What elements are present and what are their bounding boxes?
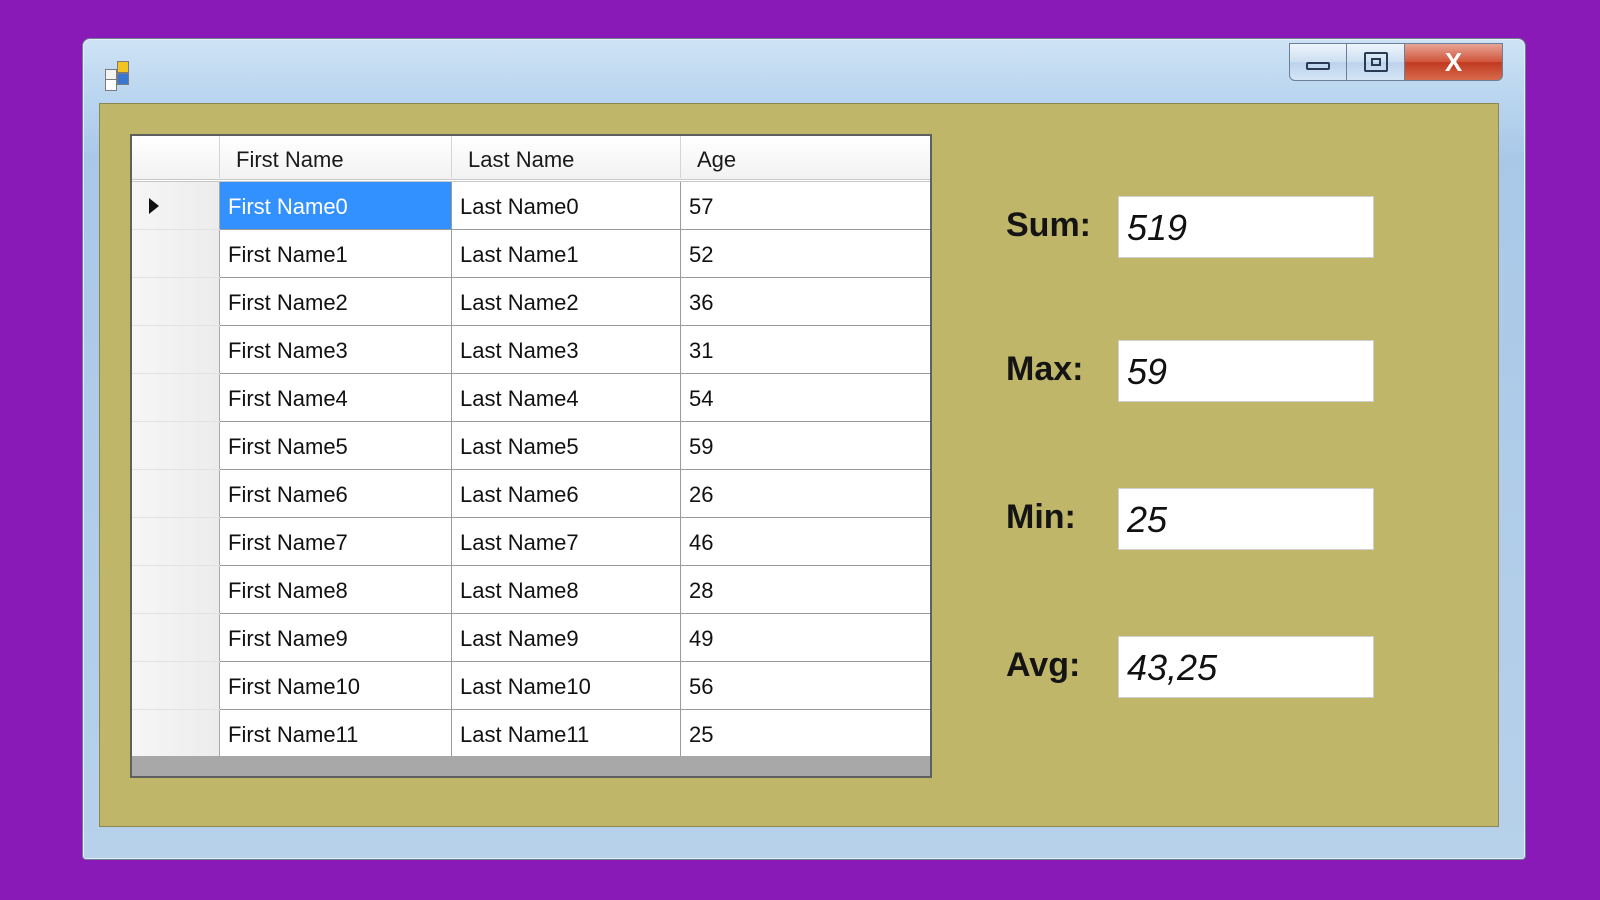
row-header[interactable] — [132, 710, 220, 758]
last-name-cell[interactable]: Last Name3 — [452, 326, 681, 374]
table-row[interactable]: First Name11 Last Name11 25 — [132, 710, 930, 758]
min-label: Min: — [1006, 498, 1076, 536]
last-name-cell[interactable]: Last Name1 — [452, 230, 681, 278]
last-name-cell[interactable]: Last Name10 — [452, 662, 681, 710]
maximize-icon — [1363, 52, 1388, 72]
first-name-cell[interactable]: First Name0 — [220, 182, 452, 230]
table-row[interactable]: First Name8 Last Name8 28 — [132, 566, 930, 614]
row-header[interactable] — [132, 470, 220, 518]
row-header[interactable] — [132, 422, 220, 470]
row-header[interactable] — [132, 278, 220, 326]
table-row[interactable]: First Name3 Last Name3 31 — [132, 326, 930, 374]
table-row[interactable]: First Name5 Last Name5 59 — [132, 422, 930, 470]
max-textbox[interactable]: 59 — [1118, 340, 1374, 402]
first-name-cell[interactable]: First Name9 — [220, 614, 452, 662]
maximize-button[interactable] — [1347, 43, 1405, 81]
grid-corner-header[interactable] — [132, 136, 220, 178]
last-name-cell[interactable]: Last Name11 — [452, 710, 681, 758]
last-name-cell[interactable]: Last Name7 — [452, 518, 681, 566]
age-cell[interactable]: 54 — [681, 374, 930, 422]
form-client-area: First Name Last Name Age First Name0 Last… — [99, 103, 1499, 827]
caption-buttons: X — [1289, 43, 1503, 81]
min-textbox[interactable]: 25 — [1118, 488, 1374, 550]
row-header[interactable] — [132, 614, 220, 662]
avg-label: Avg: — [1006, 646, 1081, 684]
table-row[interactable]: First Name2 Last Name2 36 — [132, 278, 930, 326]
first-name-cell[interactable]: First Name4 — [220, 374, 452, 422]
table-row[interactable]: First Name9 Last Name9 49 — [132, 614, 930, 662]
last-name-cell[interactable]: Last Name5 — [452, 422, 681, 470]
minimize-button[interactable] — [1289, 43, 1347, 81]
age-cell[interactable]: 25 — [681, 710, 930, 758]
sum-label: Sum: — [1006, 206, 1091, 244]
grid-header: First Name Last Name Age — [132, 136, 930, 182]
first-name-cell[interactable]: First Name7 — [220, 518, 452, 566]
table-row[interactable]: First Name1 Last Name1 52 — [132, 230, 930, 278]
last-name-cell[interactable]: Last Name6 — [452, 470, 681, 518]
row-header[interactable] — [132, 374, 220, 422]
close-button[interactable]: X — [1405, 43, 1503, 81]
age-cell[interactable]: 26 — [681, 470, 930, 518]
first-name-cell[interactable]: First Name11 — [220, 710, 452, 758]
table-row[interactable]: First Name7 Last Name7 46 — [132, 518, 930, 566]
last-name-cell[interactable]: Last Name4 — [452, 374, 681, 422]
table-row[interactable]: First Name10 Last Name10 56 — [132, 662, 930, 710]
row-header[interactable] — [132, 566, 220, 614]
age-cell[interactable]: 31 — [681, 326, 930, 374]
row-header[interactable] — [132, 518, 220, 566]
table-row[interactable]: First Name6 Last Name6 26 — [132, 470, 930, 518]
first-name-cell[interactable]: First Name10 — [220, 662, 452, 710]
column-header-age[interactable]: Age — [681, 136, 930, 178]
first-name-cell[interactable]: First Name1 — [220, 230, 452, 278]
age-cell[interactable]: 52 — [681, 230, 930, 278]
close-icon: X — [1444, 46, 1463, 77]
app-icon[interactable] — [105, 61, 133, 91]
age-cell[interactable]: 57 — [681, 182, 930, 230]
avg-textbox[interactable]: 43,25 — [1118, 636, 1374, 698]
column-header-first-name[interactable]: First Name — [220, 136, 452, 178]
first-name-cell[interactable]: First Name5 — [220, 422, 452, 470]
age-cell[interactable]: 46 — [681, 518, 930, 566]
age-cell[interactable]: 49 — [681, 614, 930, 662]
first-name-cell[interactable]: First Name8 — [220, 566, 452, 614]
table-row[interactable]: First Name0 Last Name0 57 — [132, 182, 930, 230]
sum-textbox[interactable]: 519 — [1118, 196, 1374, 258]
last-name-cell[interactable]: Last Name8 — [452, 566, 681, 614]
row-header[interactable] — [132, 230, 220, 278]
first-name-cell[interactable]: First Name3 — [220, 326, 452, 374]
last-name-cell[interactable]: Last Name0 — [452, 182, 681, 230]
current-row-arrow-icon — [149, 198, 159, 214]
last-name-cell[interactable]: Last Name2 — [452, 278, 681, 326]
column-header-last-name[interactable]: Last Name — [452, 136, 681, 178]
max-label: Max: — [1006, 350, 1084, 388]
row-header[interactable] — [132, 182, 220, 230]
row-header[interactable] — [132, 662, 220, 710]
row-header[interactable] — [132, 326, 220, 374]
age-cell[interactable]: 56 — [681, 662, 930, 710]
main-window: X First Name Last Name Age First Name0 La… — [82, 38, 1526, 860]
grid-horizontal-scrollbar[interactable] — [132, 756, 930, 776]
first-name-cell[interactable]: First Name6 — [220, 470, 452, 518]
table-row[interactable]: First Name4 Last Name4 54 — [132, 374, 930, 422]
minimize-icon — [1306, 62, 1330, 70]
age-cell[interactable]: 28 — [681, 566, 930, 614]
last-name-cell[interactable]: Last Name9 — [452, 614, 681, 662]
data-grid[interactable]: First Name Last Name Age First Name0 Last… — [130, 134, 932, 778]
age-cell[interactable]: 36 — [681, 278, 930, 326]
age-cell[interactable]: 59 — [681, 422, 930, 470]
first-name-cell[interactable]: First Name2 — [220, 278, 452, 326]
